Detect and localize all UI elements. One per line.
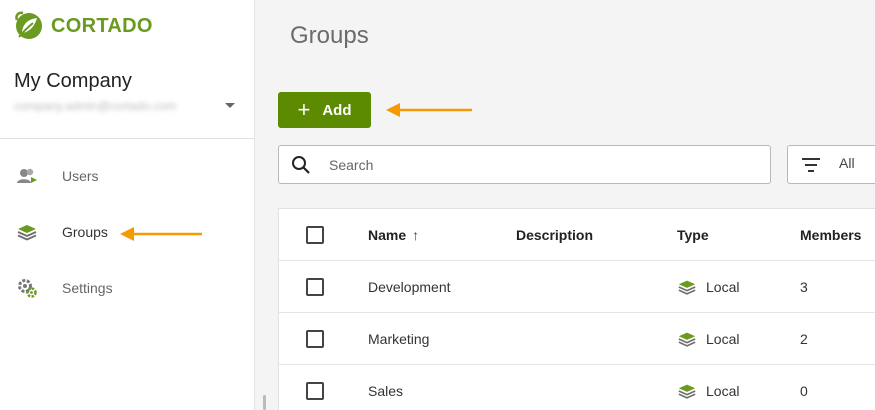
users-icon (17, 168, 37, 183)
group-type: Local (677, 313, 739, 365)
group-type: Local (677, 365, 739, 410)
leaf-logo-icon (15, 11, 42, 39)
annotation-arrow-icon (386, 103, 472, 117)
column-header-description[interactable]: Description (516, 209, 593, 261)
group-type: Local (677, 261, 739, 313)
column-header-members[interactable]: Members (800, 209, 861, 261)
sidebar-item-users[interactable]: Users (0, 156, 255, 196)
group-name[interactable]: Development (368, 261, 451, 313)
search-box[interactable] (278, 145, 771, 184)
annotation-arrow-icon (120, 227, 202, 241)
group-members-count: 2 (800, 331, 808, 347)
filter-value: All (839, 155, 855, 171)
select-all-checkbox[interactable] (306, 226, 324, 244)
sidebar-scrollbar[interactable] (263, 395, 266, 410)
sidebar-item-label: Users (62, 168, 99, 184)
company-dropdown-caret-icon[interactable] (225, 103, 235, 108)
group-type-label: Local (706, 383, 740, 399)
page-title: Groups (290, 22, 369, 49)
sidebar: CORTADO My Company company.admin@cortado… (0, 0, 255, 410)
layers-icon (17, 225, 37, 241)
table-row[interactable]: Marketing Local 2 (279, 313, 875, 365)
table-row[interactable]: Sales Local 0 (279, 365, 875, 410)
sidebar-divider (0, 138, 255, 139)
row-checkbox[interactable] (306, 382, 324, 400)
company-name[interactable]: My Company (14, 70, 132, 93)
group-name[interactable]: Sales (368, 365, 403, 410)
groups-table: Name ↑ Description Type Members Developme… (278, 208, 875, 410)
group-name[interactable]: Marketing (368, 313, 429, 365)
group-members-count: 0 (800, 383, 808, 399)
cortado-logo[interactable]: CORTADO (13, 10, 153, 42)
layers-icon (678, 332, 696, 348)
sidebar-item-label: Settings (62, 280, 113, 296)
search-icon (292, 156, 310, 174)
column-header-label: Name (368, 227, 407, 243)
row-checkbox[interactable] (306, 278, 324, 296)
group-type-label: Local (706, 331, 740, 347)
search-input[interactable] (329, 154, 749, 176)
group-type-label: Local (706, 279, 740, 295)
settings-gear-icon (18, 279, 37, 298)
add-button-label: Add (322, 101, 352, 119)
plus-icon: + (297, 97, 311, 122)
table-row[interactable]: Development Local 3 (279, 261, 875, 313)
sort-ascending-icon: ↑ (412, 227, 420, 243)
account-email: company.admin@cortado.com (14, 99, 177, 113)
type-filter-select[interactable]: All (787, 145, 875, 184)
layers-icon (678, 280, 696, 296)
sidebar-item-settings[interactable]: Settings (0, 268, 255, 308)
sidebar-item-label: Groups (62, 224, 108, 240)
row-checkbox[interactable] (306, 330, 324, 348)
column-header-type[interactable]: Type (677, 209, 709, 261)
filter-icon (802, 158, 820, 172)
add-group-button[interactable]: + Add (278, 92, 371, 128)
group-members-count: 3 (800, 279, 808, 295)
brand-name: CORTADO (51, 14, 153, 37)
column-header-name[interactable]: Name ↑ (368, 209, 419, 261)
table-header-row: Name ↑ Description Type Members (279, 209, 875, 261)
layers-icon (678, 384, 696, 400)
